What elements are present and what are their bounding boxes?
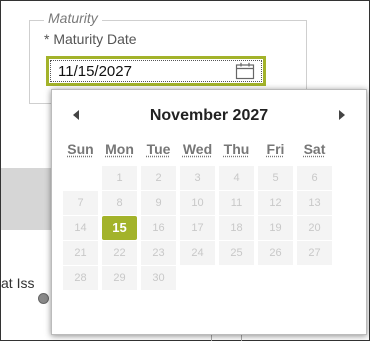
day-cell[interactable]: 30 bbox=[141, 266, 176, 290]
day-cell[interactable]: 29 bbox=[102, 266, 137, 290]
day-cell[interactable]: 13 bbox=[297, 191, 332, 215]
empty-day-cell bbox=[180, 266, 215, 290]
year-label: 2027 bbox=[232, 107, 269, 124]
day-cell[interactable]: 21 bbox=[63, 241, 98, 265]
weekday-header-row: Sun Mon Tue Wed Thu Fri Sat bbox=[62, 138, 359, 166]
day-cell[interactable]: 4 bbox=[219, 166, 254, 190]
day-cell[interactable]: 22 bbox=[102, 241, 137, 265]
week-row: 7 8 9 10 11 12 13 bbox=[62, 191, 359, 215]
day-cell[interactable]: 9 bbox=[141, 191, 176, 215]
selected-day-cell[interactable]: 15 bbox=[102, 216, 137, 240]
day-cell[interactable]: 26 bbox=[258, 241, 293, 265]
day-cell[interactable]: 3 bbox=[180, 166, 215, 190]
weekday-header: Sun bbox=[67, 141, 94, 157]
day-cell[interactable]: 24 bbox=[180, 241, 215, 265]
calendar-icon[interactable] bbox=[235, 62, 255, 80]
day-cell[interactable]: 28 bbox=[63, 266, 98, 290]
week-row: 21 22 23 24 25 26 27 bbox=[62, 241, 359, 265]
weekday-header: Fri bbox=[266, 141, 285, 157]
empty-day-cell bbox=[297, 266, 332, 290]
day-cell[interactable]: 8 bbox=[102, 191, 137, 215]
day-cell[interactable]: 1 bbox=[102, 166, 137, 190]
month-label: November bbox=[149, 107, 229, 124]
background-radio-button[interactable] bbox=[38, 293, 49, 304]
maturity-date-input[interactable]: 11/15/2027 bbox=[46, 56, 266, 86]
datepicker-popup: November 2027 Sun Mon Tue Wed Thu Fri Sat 1 2 3 4 5… bbox=[51, 89, 367, 335]
calendar-grid: Sun Mon Tue Wed Thu Fri Sat 1 2 3 4 5 6 7 8 9 10 11 12 13 14… bbox=[62, 138, 359, 291]
triangle-right-icon[interactable] bbox=[339, 110, 345, 120]
day-cell[interactable]: 7 bbox=[63, 191, 98, 215]
day-cell[interactable]: 11 bbox=[219, 191, 254, 215]
maturity-date-label: * Maturity Date bbox=[44, 31, 137, 47]
week-row: 123456 bbox=[62, 166, 359, 190]
empty-day-cell bbox=[258, 266, 293, 290]
month-year-title: November 2027 bbox=[52, 107, 366, 125]
day-cell[interactable]: 23 bbox=[141, 241, 176, 265]
week-row: 14 15 16 17 18 19 20 bbox=[62, 216, 359, 240]
day-cell[interactable]: 10 bbox=[180, 191, 215, 215]
weekday-header: Thu bbox=[223, 141, 250, 157]
day-cell[interactable]: 27 bbox=[297, 241, 332, 265]
empty-day-cell bbox=[219, 266, 254, 290]
week-row: 28 29 30 bbox=[62, 266, 359, 290]
empty-day-cell bbox=[63, 166, 98, 190]
day-cell[interactable]: 20 bbox=[297, 216, 332, 240]
day-cell[interactable]: 12 bbox=[258, 191, 293, 215]
day-cell[interactable]: 25 bbox=[219, 241, 254, 265]
maturity-date-value: 11/15/2027 bbox=[58, 63, 132, 80]
day-cell[interactable]: 5 bbox=[258, 166, 293, 190]
day-cell[interactable]: 14 bbox=[63, 216, 98, 240]
day-cell[interactable]: 16 bbox=[141, 216, 176, 240]
day-cell[interactable]: 19 bbox=[258, 216, 293, 240]
day-cell[interactable]: 6 bbox=[297, 166, 332, 190]
weekday-header: Tue bbox=[146, 141, 171, 157]
weekday-header: Wed bbox=[182, 141, 213, 157]
day-cell[interactable]: 18 bbox=[219, 216, 254, 240]
maturity-legend: Maturity bbox=[44, 10, 102, 26]
background-partial-label: at Iss bbox=[1, 275, 35, 291]
weekday-header: Mon bbox=[105, 141, 134, 157]
day-cell[interactable]: 2 bbox=[141, 166, 176, 190]
weekday-header: Sat bbox=[303, 141, 326, 157]
day-cell[interactable]: 17 bbox=[180, 216, 215, 240]
